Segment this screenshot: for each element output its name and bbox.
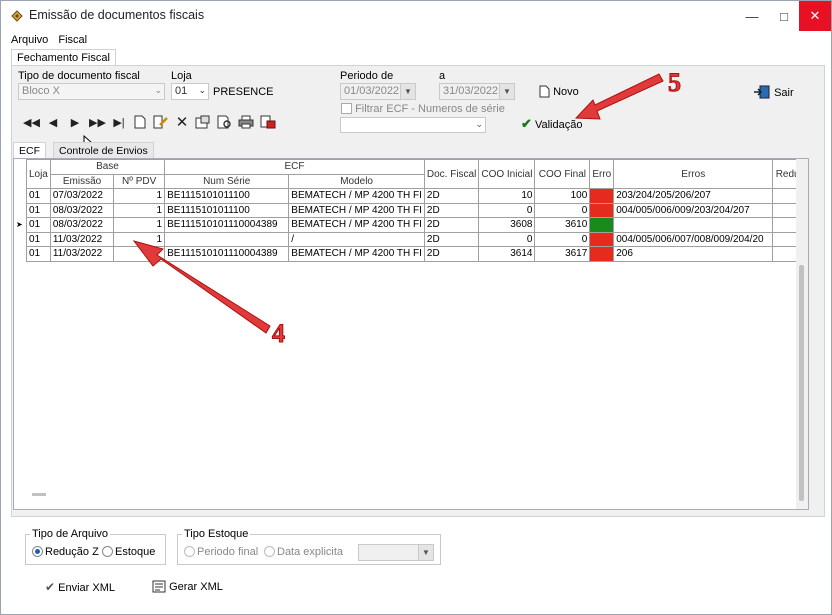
callout-4: 4 — [272, 319, 286, 349]
arrow-5-icon — [574, 73, 664, 120]
app-window: Emissão de documentos fiscais — □ ✕ Arqu… — [0, 0, 832, 615]
callout-5: 5 — [668, 68, 682, 98]
annotation-overlay — [132, 73, 664, 334]
arrow-4-icon — [132, 240, 271, 334]
